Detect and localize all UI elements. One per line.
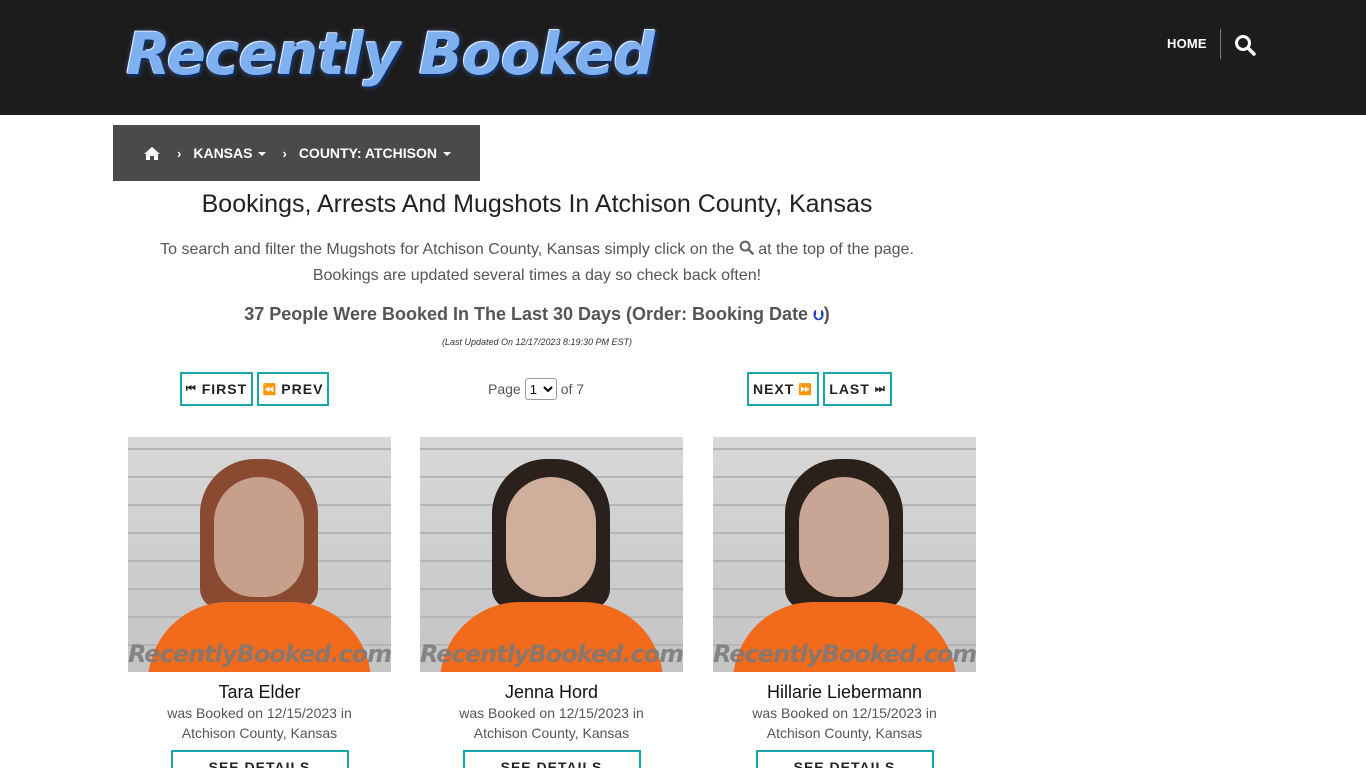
face-shape	[506, 477, 596, 597]
site-logo[interactable]: Recently Booked	[126, 18, 655, 90]
last-page-icon: ⏭	[874, 382, 886, 395]
forward-icon: ⏩	[798, 383, 814, 396]
breadcrumb-county[interactable]: COUNTY: ATCHISON	[299, 145, 451, 161]
see-details-button[interactable]: SEE DETAILS	[170, 750, 349, 768]
person-name[interactable]: Tara Elder	[128, 682, 391, 703]
breadcrumb: › KANSAS › COUNTY: ATCHISON	[113, 125, 480, 181]
mugshot-image[interactable]: RecentlyBooked.com	[420, 437, 683, 672]
page-select[interactable]: 1	[524, 378, 557, 400]
chevron-right-icon: ›	[282, 145, 287, 161]
face-shape	[799, 477, 889, 597]
search-icon	[739, 240, 754, 255]
breadcrumb-state[interactable]: KANSAS	[193, 145, 267, 161]
page-selector: Page 1 of 7	[488, 378, 584, 400]
first-page-button[interactable]: ⏮ FIRST	[180, 372, 253, 406]
sort-down-icon[interactable]: ⮋	[813, 307, 824, 323]
booking-info: was Booked on 12/15/2023 in	[459, 705, 644, 721]
caret-down-icon	[443, 152, 451, 157]
booking-location: Atchison County, Kansas	[181, 725, 338, 741]
intro-text-part2: at the top of the page.	[758, 241, 914, 258]
page-total: of 7	[560, 381, 585, 397]
home-icon[interactable]	[143, 146, 161, 161]
intro-text-line2: Bookings are updated several times a day…	[312, 267, 762, 284]
see-details-button[interactable]: SEE DETAILS	[755, 750, 934, 768]
booking-info: was Booked on 12/15/2023 in	[167, 705, 352, 721]
booking-card: RecentlyBooked.com Tara Elder was Booked…	[128, 437, 391, 768]
chevron-right-icon: ›	[177, 145, 182, 161]
page-label: Page	[488, 381, 521, 397]
next-page-button[interactable]: NEXT ⏩	[747, 372, 819, 406]
person-name[interactable]: Jenna Hord	[420, 682, 683, 703]
person-name[interactable]: Hillarie Liebermann	[713, 682, 976, 703]
booking-card: RecentlyBooked.com Jenna Hord was Booked…	[420, 437, 683, 768]
backward-icon: ⏪	[262, 383, 278, 396]
last-updated: (Last Updated On 12/17/2023 8:19:30 PM E…	[441, 337, 633, 347]
nav-home-link[interactable]: HOME	[1167, 36, 1207, 51]
caret-down-icon	[258, 152, 267, 157]
booking-card: RecentlyBooked.com Hillarie Liebermann w…	[713, 437, 976, 768]
face-shape	[214, 477, 304, 597]
booking-location: Atchison County, Kansas	[766, 725, 923, 741]
booking-count-close: )	[823, 304, 830, 324]
site-header: Recently Booked HOME	[0, 0, 1366, 115]
booking-info: was Booked on 12/15/2023 in	[752, 705, 937, 721]
mugshot-image[interactable]: RecentlyBooked.com	[128, 437, 391, 672]
booking-count-text: 37 People Were Booked In The Last 30 Day…	[244, 304, 809, 324]
see-details-button[interactable]: SEE DETAILS	[462, 750, 641, 768]
first-page-icon: ⏮	[185, 382, 197, 395]
booking-count: 37 People Were Booked In The Last 30 Day…	[113, 304, 961, 325]
intro-text: To search and filter the Mugshots for At…	[113, 237, 961, 289]
page-title: Bookings, Arrests And Mugshots In Atchis…	[201, 190, 873, 218]
watermark: RecentlyBooked.com	[713, 640, 976, 668]
nav-divider	[1220, 29, 1221, 59]
search-icon[interactable]	[1234, 34, 1256, 56]
watermark: RecentlyBooked.com	[128, 640, 391, 668]
last-page-button[interactable]: LAST ⏭	[823, 372, 892, 406]
watermark: RecentlyBooked.com	[420, 640, 683, 668]
booking-location: Atchison County, Kansas	[473, 725, 630, 741]
prev-page-button[interactable]: ⏪ PREV	[257, 372, 329, 406]
mugshot-image[interactable]: RecentlyBooked.com	[713, 437, 976, 672]
intro-text-part1: To search and filter the Mugshots for At…	[160, 241, 735, 258]
